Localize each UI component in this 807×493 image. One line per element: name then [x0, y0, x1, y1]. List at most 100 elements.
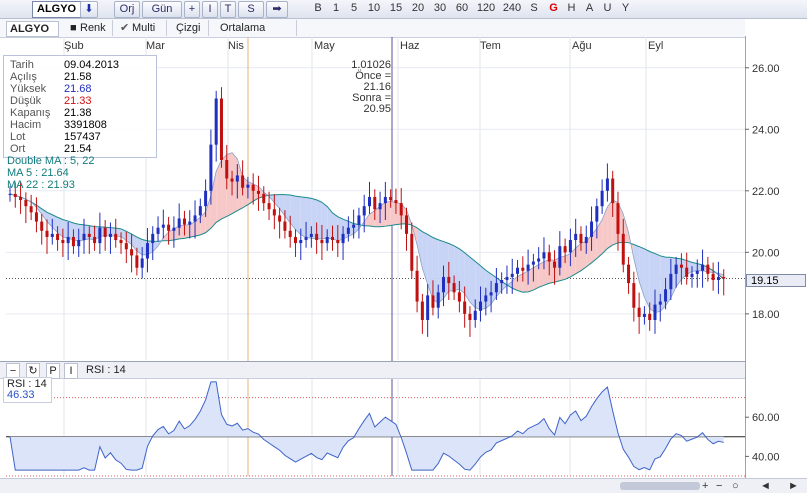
cursor-info: 1.01026 Önce = 21.16 Sonra = 20.95 [325, 60, 391, 115]
ma-fill-101 [543, 259, 550, 286]
candle-body-91 [489, 292, 493, 296]
ma-fill-98 [528, 267, 534, 292]
rsi-toolbar-title: RSI : 14 [86, 364, 126, 376]
time-scrollbar[interactable]: + − ○ ◄ ► [0, 478, 807, 493]
zoom-minus-icon[interactable]: − [716, 480, 722, 492]
info-label-0: Tarih [10, 59, 34, 71]
candle-body-17 [98, 227, 102, 244]
ytick-label-3: 20.00 [752, 247, 780, 259]
candle-body-13 [77, 240, 81, 247]
candle-body-25 [140, 258, 144, 268]
ytick-label-2: 22.00 [752, 186, 780, 198]
ma-fill-69 [374, 206, 381, 227]
candle-body-82 [442, 276, 446, 293]
candle-body-15 [87, 233, 91, 237]
info-value-1: 21.58 [64, 71, 92, 83]
i-button-rsi[interactable]: I [64, 363, 78, 379]
month-label-5: Tem [480, 40, 501, 52]
info-label-6: Lot [10, 131, 26, 143]
candle-body-45 [246, 184, 250, 188]
candle-body-76 [410, 233, 414, 271]
candle-body-57 [309, 233, 313, 237]
candle-body-28 [156, 227, 160, 234]
candle-body-135 [722, 276, 726, 279]
candle-body-110 [590, 221, 594, 237]
candle-body-47 [256, 190, 260, 194]
candle-body-54 [293, 236, 297, 244]
info-label-4: Kapanış [10, 107, 51, 119]
candle-body-128 [685, 267, 689, 277]
candle-body-20 [114, 233, 118, 241]
candle-body-23 [130, 249, 134, 256]
candle-body-31 [172, 227, 176, 231]
month-label-0: Şub [64, 40, 84, 52]
candle-body-102 [547, 252, 551, 262]
double-ma-title: Double MA : 5, 22 [7, 155, 95, 167]
ma5-value: MA 5 : 21.64 [7, 167, 69, 179]
zoom-circle-icon[interactable]: ○ [732, 480, 739, 492]
ma-fill-58 [316, 199, 322, 239]
ohlc-info-panel: Tarih 09.04.2013 Açılış 21.58 Yüksek 21.68 Düş… [3, 55, 157, 158]
candle-body-112 [600, 190, 604, 207]
candle-body-68 [368, 196, 371, 207]
candle-body-124 [664, 289, 668, 302]
candle-body-73 [394, 200, 398, 204]
candle-body-61 [330, 236, 334, 241]
candle-body-3 [24, 200, 28, 207]
candle-body-30 [167, 224, 171, 231]
month-label-2: Nis [228, 40, 244, 52]
candle-body-114 [611, 178, 615, 204]
candle-body-131 [701, 264, 705, 271]
candle-body-130 [695, 270, 699, 274]
candle-body-88 [473, 310, 477, 321]
ma-fill-57 [311, 198, 317, 239]
candle-body-123 [658, 301, 662, 305]
scroll-thumb[interactable] [620, 482, 700, 490]
candle-body-2 [19, 196, 23, 201]
candle-body-64 [346, 227, 350, 234]
ma22-value: MA 22 : 21.93 [7, 179, 75, 191]
candle-body-134 [716, 276, 720, 281]
ma-fill-90 [485, 270, 492, 309]
candle-body-85 [457, 292, 461, 302]
candle-body-94 [505, 276, 509, 281]
candle-body-89 [479, 301, 483, 311]
candle-body-58 [315, 233, 319, 241]
info-label-5: Hacim [10, 119, 42, 131]
ma-fill-96 [517, 273, 523, 293]
scroll-left-icon[interactable]: ◄ [760, 480, 771, 492]
candle-body-35 [193, 215, 197, 222]
ma-fill-72 [390, 201, 396, 226]
candle-body-5 [34, 212, 38, 222]
candle-body-93 [500, 280, 504, 284]
ma-fill-100 [538, 261, 544, 288]
candle-body-41 [225, 160, 229, 179]
candle-body-27 [151, 233, 155, 244]
candle-body-113 [605, 178, 609, 191]
candle-body-95 [510, 273, 514, 277]
ma-fill-99 [533, 264, 539, 291]
candle-body-37 [204, 190, 208, 207]
candle-body-46 [251, 184, 255, 191]
last-price-tag: 19.15 [746, 274, 806, 287]
candle-body-81 [436, 292, 440, 308]
ma-fill-42 [232, 152, 238, 214]
zoom-plus-icon[interactable]: + [702, 480, 708, 492]
ma-fill-59 [321, 202, 328, 239]
candle-body-84 [452, 283, 456, 293]
candle-body-63 [341, 233, 345, 244]
candle-body-67 [362, 206, 366, 216]
candle-body-9 [56, 233, 60, 241]
candle-body-118 [632, 283, 636, 308]
candle-body-48 [262, 193, 266, 204]
candle-body-51 [278, 215, 282, 222]
scroll-right-icon[interactable]: ► [788, 480, 799, 492]
candle-body-96 [516, 267, 520, 274]
ma-fill-61 [332, 212, 338, 241]
info-value-0: 09.04.2013 [64, 59, 120, 71]
ma-fill-56 [306, 197, 312, 239]
candle-body-121 [648, 313, 652, 321]
candle-body-107 [574, 233, 578, 241]
candle-body-1 [13, 193, 17, 197]
candle-body-16 [93, 236, 97, 244]
